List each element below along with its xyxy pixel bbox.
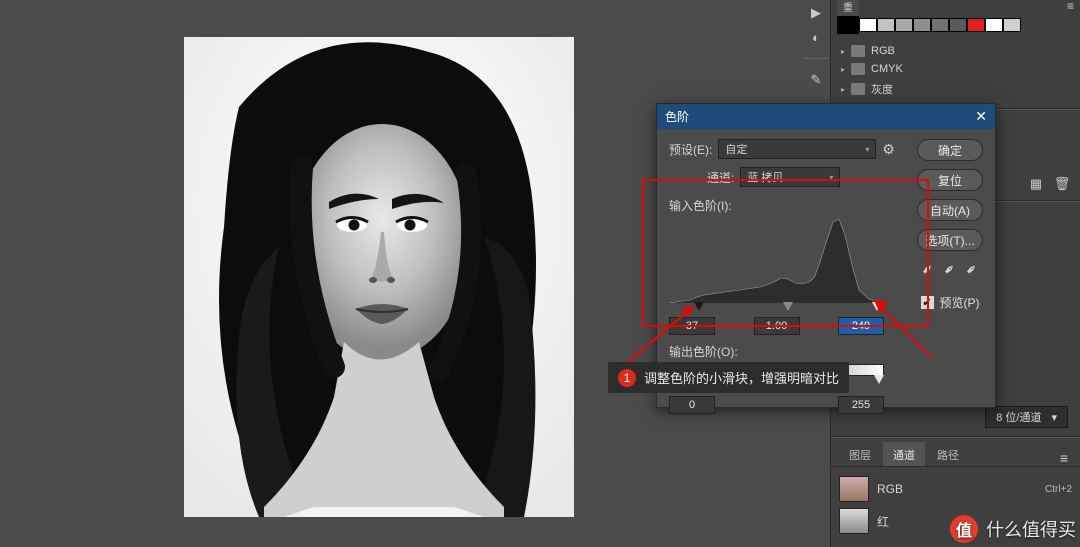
- chevron-down-icon: ▾: [1051, 411, 1057, 424]
- reset-button[interactable]: 复位: [917, 169, 983, 191]
- eyedropper-black-icon[interactable]: ✒: [918, 259, 938, 279]
- folder-icon: [851, 83, 865, 95]
- channel-shortcut: Ctrl+2: [1045, 484, 1072, 495]
- slider-shadow[interactable]: [694, 302, 704, 311]
- play-icon[interactable]: ▶: [810, 6, 823, 19]
- preset-value: 自定: [725, 141, 747, 157]
- tab-paths[interactable]: 路径: [927, 442, 969, 466]
- panel-menu-icon[interactable]: ≡: [1067, 0, 1074, 13]
- preview-checkbox[interactable]: ✔ 预览(P): [921, 294, 980, 311]
- annotation-text: 调整色阶的小滑块，增强明暗对比: [644, 368, 839, 387]
- slider-highlight[interactable]: [872, 302, 882, 311]
- watermark: 值 什么值得买: [950, 515, 1076, 543]
- folder-rgb[interactable]: ▸ RGB: [835, 42, 1076, 60]
- channel-name: RGB: [877, 482, 903, 496]
- preset-select[interactable]: 自定 ▾: [718, 139, 876, 159]
- document-canvas[interactable]: [184, 37, 574, 517]
- bitdepth-select[interactable]: 8 位/通道 ▾: [985, 406, 1068, 428]
- channel-thumb: [839, 476, 869, 502]
- panel-menu-icon[interactable]: ≡: [1056, 450, 1072, 466]
- input-sliders[interactable]: [669, 303, 884, 313]
- input-white-value[interactable]: 249: [838, 317, 884, 335]
- trash-icon[interactable]: 🗑: [1054, 176, 1070, 192]
- eyedropper-white-icon[interactable]: ✒: [962, 259, 982, 279]
- folder-label: 灰度: [871, 81, 893, 97]
- output-white-value[interactable]: 255: [838, 396, 884, 414]
- chevron-right-icon: ▸: [841, 47, 845, 56]
- gear-icon[interactable]: ⚙: [882, 141, 895, 158]
- new-swatch-icon[interactable]: ▦: [1028, 176, 1044, 192]
- chevron-right-icon: ▸: [841, 85, 845, 94]
- dialog-title: 色阶: [665, 108, 689, 125]
- folder-icon: [851, 45, 865, 57]
- folder-gray[interactable]: ▸ 灰度: [835, 78, 1076, 100]
- swatches-row: [831, 12, 1080, 40]
- swatch[interactable]: [1003, 18, 1021, 32]
- docked-toolbar: ▶ ◐ ✎: [803, 0, 829, 120]
- chevron-down-icon: ▾: [865, 145, 869, 154]
- brush-icon[interactable]: ✎: [810, 73, 823, 86]
- slider-midtone[interactable]: [783, 302, 793, 311]
- annotation-callout: 1 调整色阶的小滑块，增强明暗对比: [608, 362, 849, 393]
- channel-thumb: [839, 508, 869, 534]
- input-black-value[interactable]: 37: [669, 317, 715, 335]
- portrait-image: [184, 37, 574, 517]
- swatch[interactable]: [985, 18, 1003, 32]
- watermark-text: 什么值得买: [986, 516, 1076, 542]
- annotation-number: 1: [618, 369, 636, 387]
- swatch[interactable]: [967, 18, 985, 32]
- input-gamma-value[interactable]: 1.00: [754, 317, 800, 335]
- dialog-titlebar[interactable]: 色阶 ✕: [657, 104, 995, 129]
- preview-label: 预览(P): [940, 294, 980, 311]
- checkbox-checked-icon: ✔: [921, 296, 934, 309]
- close-icon[interactable]: ✕: [975, 108, 987, 125]
- swatch-folders: ▸ RGB ▸ CMYK ▸ 灰度: [831, 40, 1080, 108]
- swatch[interactable]: [949, 18, 967, 32]
- tab-layers[interactable]: 图层: [839, 442, 881, 466]
- panel-tabs: 图层 通道 路径 ≡: [831, 442, 1080, 467]
- preset-label: 预设(E):: [669, 141, 712, 158]
- watermark-logo: 值: [950, 515, 978, 543]
- swatch[interactable]: [931, 18, 949, 32]
- eyedropper-gray-icon[interactable]: ✒: [940, 259, 960, 279]
- swatches-tab[interactable]: 重: [837, 0, 859, 16]
- swatch[interactable]: [877, 18, 895, 32]
- channel-name: 红: [877, 513, 889, 530]
- output-levels-label: 输出色阶(O):: [669, 343, 884, 360]
- channel-row[interactable]: RGB Ctrl+2: [837, 473, 1074, 505]
- folder-label: CMYK: [871, 63, 903, 75]
- dialog-buttons: 确定 复位 自动(A) 选项(T)... ✒ ✒ ✒ ✔ 预览(P): [917, 139, 983, 311]
- chevron-right-icon: ▸: [841, 65, 845, 74]
- history-icon[interactable]: ◐: [810, 31, 823, 44]
- tab-channels[interactable]: 通道: [883, 442, 925, 466]
- input-levels-label: 输入色阶(I):: [669, 197, 884, 214]
- channel-label: 通道:: [707, 169, 734, 186]
- output-black-value[interactable]: 0: [669, 396, 715, 414]
- folder-cmyk[interactable]: ▸ CMYK: [835, 60, 1076, 78]
- auto-button[interactable]: 自动(A): [917, 199, 983, 221]
- swatch[interactable]: [837, 16, 859, 34]
- folder-icon: [851, 63, 865, 75]
- channel-select[interactable]: 蓝 拷贝 ▾: [740, 167, 840, 187]
- bitdepth-value: 8 位/通道: [996, 409, 1041, 425]
- chevron-down-icon: ▾: [829, 173, 833, 182]
- folder-label: RGB: [871, 45, 895, 57]
- histogram: [669, 218, 884, 303]
- swatch[interactable]: [895, 18, 913, 32]
- eyedropper-group: ✒ ✒ ✒: [922, 261, 977, 278]
- ok-button[interactable]: 确定: [917, 139, 983, 161]
- slider-output-white[interactable]: [874, 375, 884, 384]
- channel-value: 蓝 拷贝: [747, 169, 783, 185]
- options-button[interactable]: 选项(T)...: [917, 229, 983, 251]
- swatch[interactable]: [859, 18, 877, 32]
- swatch[interactable]: [913, 18, 931, 32]
